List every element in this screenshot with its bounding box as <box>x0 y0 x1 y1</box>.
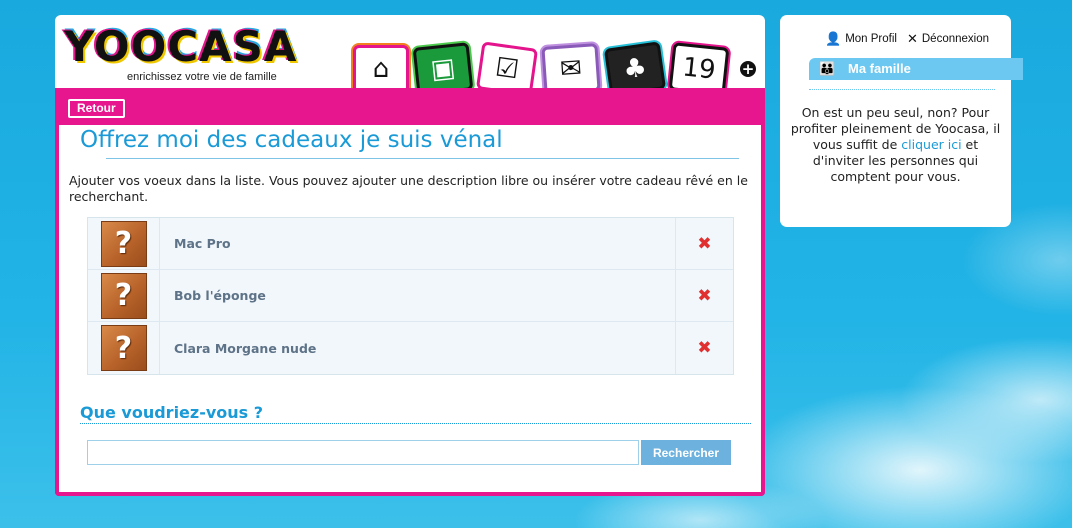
family-divider <box>809 89 995 90</box>
main-panel: YOOCASA enrichissez votre vie de famille… <box>55 15 765 496</box>
placeholder-thumbnail-icon: ? <box>100 220 147 267</box>
placeholder-thumbnail-icon: ? <box>100 325 147 371</box>
side-panel: 👤 Mon Profil ✕ Déconnexion 👪 Ma famille … <box>780 15 1023 227</box>
delete-icon[interactable]: ✖ <box>676 286 733 306</box>
delete-icon[interactable]: ✖ <box>676 338 733 358</box>
close-icon: ✕ <box>906 31 918 46</box>
back-button[interactable]: Retour <box>68 99 125 118</box>
search-heading: Que voudriez-vous ? <box>80 403 264 422</box>
page-title: Offrez moi des cadeaux je suis vénal <box>80 127 503 153</box>
wishlist-row: ? Mac Pro ✖ <box>88 218 733 270</box>
notes-icon[interactable]: ☑ <box>475 41 539 88</box>
toolbar: Retour <box>55 88 765 125</box>
wishlist-row: ? Bob l'éponge ✖ <box>88 270 733 322</box>
add-app-icon[interactable]: + <box>740 61 756 77</box>
photo-icon[interactable]: ▣ <box>412 42 474 88</box>
search-button[interactable]: Rechercher <box>641 440 731 465</box>
wishlist-table: ? Mac Pro ✖ ? Bob l'éponge ✖ ? Clara Mor… <box>87 217 734 375</box>
profile-link[interactable]: Mon Profil <box>845 33 897 45</box>
wish-name[interactable]: Mac Pro <box>160 218 676 269</box>
placeholder-thumbnail-icon: ? <box>100 272 147 319</box>
mail-icon[interactable]: ✉ <box>541 43 601 88</box>
intro-text: Ajouter vos voeux dans la liste. Vous po… <box>69 173 748 204</box>
calendar-icon[interactable]: 19 <box>668 42 730 88</box>
family-tab[interactable]: 👪 Ma famille <box>809 58 1023 80</box>
tagline: enrichissez votre vie de famille <box>127 71 277 83</box>
title-divider <box>106 158 739 159</box>
thumb-cell: ? <box>88 218 160 269</box>
content: Offrez moi des cadeaux je suis vénal Ajo… <box>55 125 765 496</box>
header: YOOCASA enrichissez votre vie de famille… <box>55 15 765 88</box>
wish-name[interactable]: Bob l'éponge <box>160 270 676 321</box>
user-icon: 👤 <box>825 31 842 46</box>
family-tab-label: Ma famille <box>848 61 911 76</box>
family-icon: 👪 <box>819 61 836 76</box>
cards-icon[interactable]: ♣ <box>603 41 667 88</box>
thumb-cell: ? <box>88 270 160 321</box>
invite-message: On est un peu seul, non? Pour profiter p… <box>790 105 1001 185</box>
thumb-cell: ? <box>88 322 160 374</box>
wish-name[interactable]: Clara Morgane nude <box>160 322 676 374</box>
logout-link[interactable]: Déconnexion <box>922 33 989 45</box>
search-divider <box>80 423 751 424</box>
search-input[interactable] <box>87 440 639 465</box>
invite-link[interactable]: cliquer ici <box>901 137 961 152</box>
home-icon[interactable]: ⌂ <box>353 45 409 88</box>
delete-icon[interactable]: ✖ <box>676 234 733 254</box>
yoocasa-logo[interactable]: YOOCASA <box>64 23 297 71</box>
wishlist-row: ? Clara Morgane nude ✖ <box>88 322 733 374</box>
app-launcher: ⌂ ▣ ☑ ✉ ♣ 19 <box>351 41 761 88</box>
account-links: 👤 Mon Profil ✕ Déconnexion <box>825 31 989 47</box>
